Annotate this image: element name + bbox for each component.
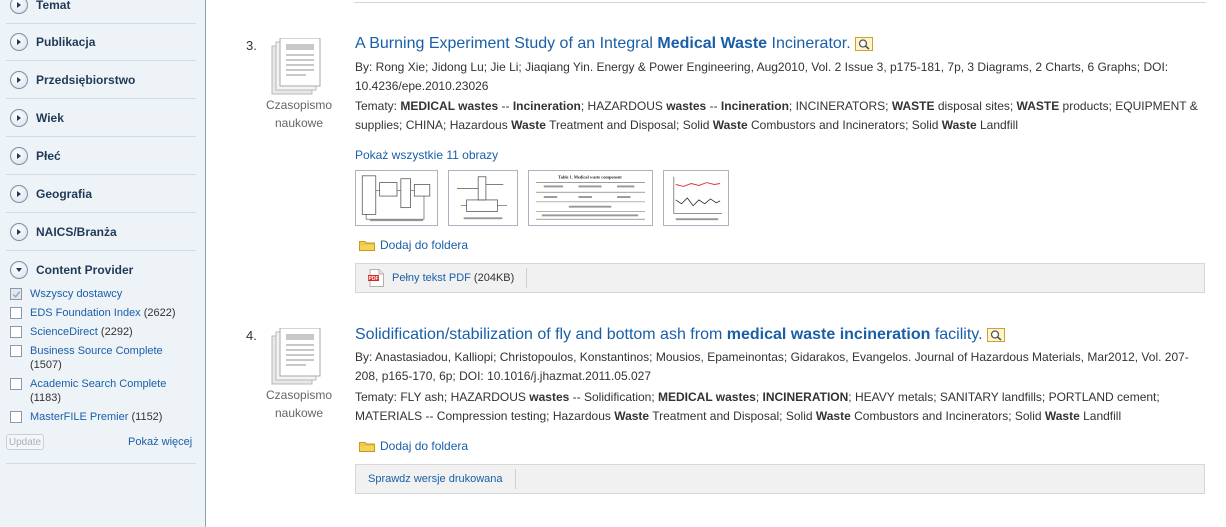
checkbox[interactable] <box>10 307 22 319</box>
title-part[interactable]: facility. <box>930 326 983 343</box>
provider-all[interactable]: Wszyscy dostawcy <box>10 287 196 301</box>
expand-icon <box>10 0 28 14</box>
doctype-line: naukowe <box>274 406 324 420</box>
fulltext-bar: PDF Pełny tekst PDF (204KB) <box>355 263 1205 293</box>
provider-count: (1152) <box>131 411 163 423</box>
pdf-fulltext-label[interactable]: Pełny tekst PDF <box>392 272 471 284</box>
checkbox[interactable] <box>10 345 22 357</box>
collapse-icon <box>10 261 28 279</box>
divider <box>354 2 1206 3</box>
facet-gender[interactable]: Płeć <box>6 137 196 175</box>
image-thumbnail-diagram[interactable] <box>355 170 438 226</box>
print-version-bar: Sprawdz wersje drukowana <box>355 464 1205 494</box>
result-byline: By: Anastasiadou, Kalliopi; Christopoulo… <box>355 350 1189 383</box>
facet-label: Publikacja <box>36 34 96 49</box>
provider-label[interactable]: Academic Search Complete <box>30 378 166 390</box>
facet-label: Wiek <box>36 110 64 125</box>
provider-label[interactable]: EDS Foundation Index <box>30 307 141 319</box>
add-to-folder-label[interactable]: Dodaj do foldera <box>380 439 468 453</box>
title-highlight[interactable]: medical waste incineration <box>727 326 931 343</box>
title-highlight[interactable]: Medical Waste <box>657 35 767 52</box>
facet-label: Płeć <box>36 148 61 163</box>
folder-icon <box>359 241 375 251</box>
check-print-version-link[interactable]: Sprawdz wersje drukowana <box>356 469 516 489</box>
provider-count: (2292) <box>100 326 133 338</box>
add-to-folder[interactable]: Dodaj do foldera <box>359 439 468 453</box>
checkbox[interactable] <box>10 411 22 423</box>
provider-count: (2622) <box>143 307 176 319</box>
checkbox[interactable] <box>10 378 22 390</box>
provider-label[interactable]: MasterFILE Premier <box>30 411 128 423</box>
facet-sidebar: Temat Publikacja Przedsiębiorstwo Wiek P… <box>0 0 206 527</box>
result-title[interactable]: A Burning Experiment Study of an Integra… <box>355 35 873 53</box>
expand-icon <box>10 70 28 89</box>
result-subjects: Tematy: FLY ash; HAZARDOUS wastes -- Sol… <box>355 390 1160 423</box>
document-type: Czasopismo naukowe <box>266 386 332 422</box>
expand-icon <box>10 184 28 203</box>
title-part[interactable]: Solidification/stabilization of fly and … <box>355 326 727 343</box>
provider-count: (1507) <box>30 359 62 371</box>
result-byline: By: Rong Xie; Jidong Lu; Jie Li; Jiaqian… <box>355 60 1169 93</box>
provider-label[interactable]: ScienceDirect <box>30 326 98 338</box>
show-all-images-link[interactable]: Pokaż wszystkie 11 obrazy <box>355 148 498 162</box>
checkbox-checked-icon[interactable] <box>10 288 22 300</box>
provider-sciencedirect[interactable]: ScienceDirect (2292) <box>10 325 196 339</box>
facet-company[interactable]: Przedsiębiorstwo <box>6 61 196 99</box>
svg-text:PDF: PDF <box>369 276 379 282</box>
add-to-folder[interactable]: Dodaj do foldera <box>359 238 468 252</box>
result-subjects: Tematy: MEDICAL wastes -- Incineration; … <box>355 99 1198 132</box>
facet-label: Content Provider <box>36 263 134 277</box>
facet-topic[interactable]: Temat <box>6 0 196 24</box>
image-thumbnail-diagram[interactable] <box>448 170 518 226</box>
facet-geography[interactable]: Geografia <box>6 175 196 213</box>
expand-icon <box>10 222 28 241</box>
image-thumbnail-table[interactable]: Table 1. Medical waste component <box>528 170 653 226</box>
doctype-line: naukowe <box>274 116 324 130</box>
expand-icon <box>10 146 28 165</box>
facet-label: Temat <box>36 0 71 12</box>
facet-label: Przedsiębiorstwo <box>36 72 136 87</box>
doctype-line: Czasopismo <box>266 98 333 112</box>
checkbox[interactable] <box>10 326 22 338</box>
result-title[interactable]: Solidification/stabilization of fly and … <box>355 326 1005 344</box>
expand-icon <box>10 32 28 51</box>
provider-label[interactable]: Wszyscy dostawcy <box>30 287 122 301</box>
facet-content-provider[interactable]: Content Provider <box>6 251 196 289</box>
preview-magnifier-icon[interactable] <box>854 36 873 51</box>
provider-count: (1183) <box>30 392 61 404</box>
doctype-line: Czasopismo <box>266 388 333 402</box>
provider-list: Wszyscy dostawcy EDS Foundation Index (2… <box>10 287 196 429</box>
facet-age[interactable]: Wiek <box>6 99 196 137</box>
facet-label: Geografia <box>36 186 93 201</box>
folder-icon <box>359 442 375 452</box>
provider-label[interactable]: Business Source Complete <box>30 345 163 357</box>
document-type: Czasopismo naukowe <box>266 96 332 132</box>
pdf-icon: PDF <box>368 269 384 287</box>
title-part[interactable]: Incinerator. <box>767 35 851 52</box>
thumb-table-title: Table 1. Medical waste component <box>558 175 622 180</box>
result-number: 4. <box>246 328 257 343</box>
provider-eds[interactable]: EDS Foundation Index (2622) <box>10 306 196 320</box>
provider-asc[interactable]: Academic Search Complete (1183) <box>10 377 196 405</box>
update-button[interactable]: Update <box>6 434 44 450</box>
add-to-folder-label[interactable]: Dodaj do foldera <box>380 238 468 252</box>
expand-icon <box>10 108 28 127</box>
image-thumbnail-graph[interactable] <box>663 170 729 226</box>
result-number: 3. <box>246 38 257 53</box>
facet-label: NAICS/Branża <box>36 224 117 239</box>
pdf-fulltext-link[interactable]: PDF Pełny tekst PDF (204KB) <box>356 268 528 288</box>
show-more-link[interactable]: Pokaż więcej <box>128 436 192 448</box>
preview-magnifier-icon[interactable] <box>986 327 1005 342</box>
title-part[interactable]: A Burning Experiment Study of an Integra… <box>355 35 657 52</box>
divider <box>6 463 196 464</box>
facet-naics[interactable]: NAICS/Branża <box>6 213 196 251</box>
provider-masterfile[interactable]: MasterFILE Premier (1152) <box>10 410 196 424</box>
provider-bsc[interactable]: Business Source Complete (1507) <box>10 344 196 372</box>
pdf-size: (204KB) <box>473 272 515 284</box>
facet-publication[interactable]: Publikacja <box>6 23 196 61</box>
journal-article-icon <box>271 328 321 385</box>
journal-article-icon <box>271 38 321 95</box>
